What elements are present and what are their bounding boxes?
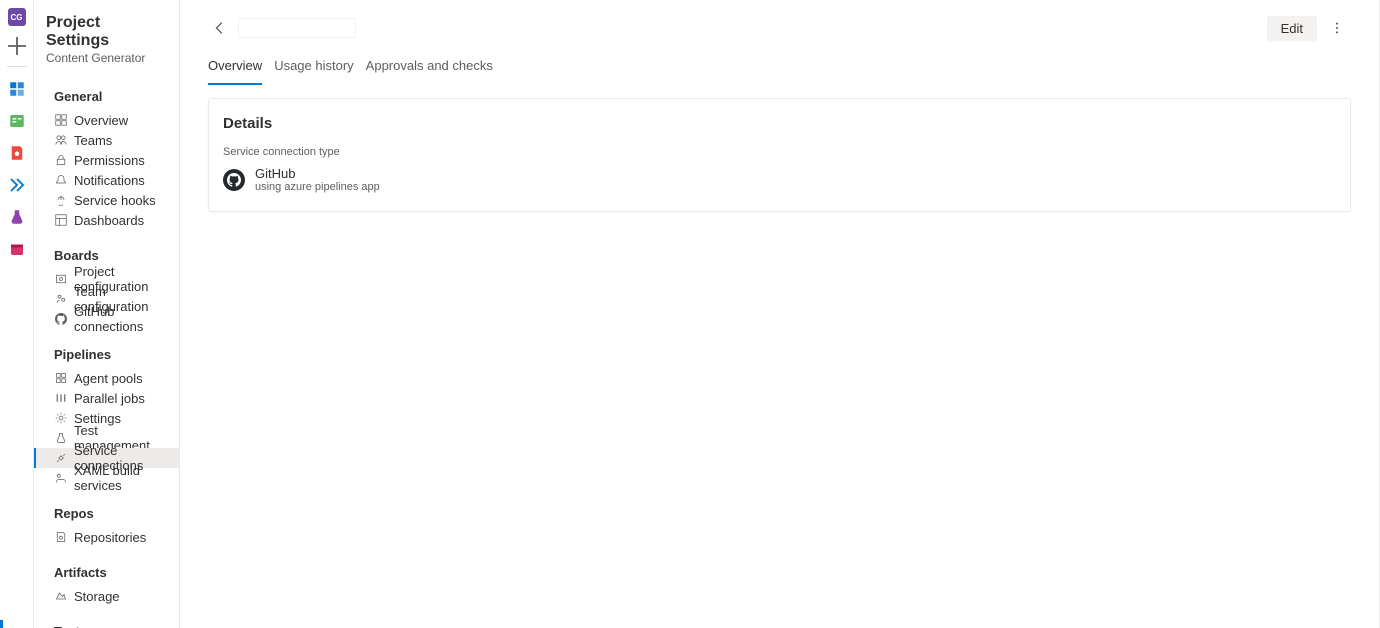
section-general: General [34,71,179,110]
nav-item-label: Agent pools [74,371,143,386]
nav-overview[interactable]: Overview [34,110,179,130]
main-content: Edit Overview Usage history Approvals an… [180,0,1380,628]
settings-sidebar: Project Settings Content Generator Gener… [34,0,180,628]
repo-icon [54,530,68,544]
page-title: Project Settings [46,14,167,50]
more-options-button[interactable] [1323,14,1351,42]
nav-agentpools[interactable]: Agent pools [34,368,179,388]
section-pipelines: Pipelines [34,329,179,368]
connection-type-label: Service connection type [223,146,1336,158]
rail-boards-icon[interactable] [5,109,29,133]
bottom-left-indicator [0,620,3,628]
details-card: Details Service connection type GitHub u… [208,98,1351,212]
connection-subtitle: using azure pipelines app [255,181,380,193]
rail-divider [7,66,27,67]
nav-permissions[interactable]: Permissions [34,150,179,170]
project-name: Content Generator [46,51,167,65]
nav-item-label: Teams [74,133,112,148]
storage-icon [54,589,68,603]
tab-usage-history[interactable]: Usage history [274,52,353,85]
sidebar-header: Project Settings Content Generator [34,0,179,71]
team-config-icon [54,292,68,306]
nav-servicehooks[interactable]: Service hooks [34,190,179,210]
connection-row: GitHub using azure pipelines app [223,166,1336,193]
pool-icon [54,371,68,385]
nav-item-label: Notifications [74,173,145,188]
gear-icon [54,411,68,425]
test-icon [54,431,68,445]
nav-item-label: Parallel jobs [74,391,145,406]
nav-repositories[interactable]: Repositories [34,527,179,547]
grid-icon [54,113,68,127]
nav-item-label: Storage [74,589,120,604]
bell-icon [54,173,68,187]
lock-icon [54,153,68,167]
edit-button[interactable]: Edit [1267,16,1317,41]
dashboard-icon [54,213,68,227]
nav-xaml[interactable]: XAML build services [34,468,179,488]
rail-testplans-icon[interactable] [5,205,29,229]
toolbar: Edit [208,14,1351,42]
nav-item-label: Repositories [74,530,146,545]
left-nav-rail: CG [0,0,34,628]
project-badge[interactable]: CG [8,8,26,26]
arrow-left-icon [213,21,227,35]
config-icon [54,272,68,286]
github-icon [54,312,68,326]
rail-repos-icon[interactable] [5,141,29,165]
nav-item-label: Service hooks [74,193,156,208]
hook-icon [54,193,68,207]
plug-icon [54,451,68,465]
add-button[interactable] [5,34,29,58]
github-avatar [223,169,245,191]
nav-item-label: XAML build services [74,463,171,493]
rail-overview-icon[interactable] [5,77,29,101]
tabs: Overview Usage history Approvals and che… [208,52,1351,86]
tab-overview[interactable]: Overview [208,52,262,85]
rail-artifacts-icon[interactable] [5,237,29,261]
tab-approvals[interactable]: Approvals and checks [366,52,493,85]
plus-icon [5,34,29,58]
section-repos: Repos [34,488,179,527]
xaml-icon [54,471,68,485]
nav-dashboards[interactable]: Dashboards [34,210,179,230]
nav-notifications[interactable]: Notifications [34,170,179,190]
breadcrumb[interactable] [238,18,356,38]
github-icon [227,173,241,187]
nav-storage[interactable]: Storage [34,586,179,606]
team-icon [54,133,68,147]
section-artifacts: Artifacts [34,547,179,586]
section-test: Test [34,606,179,628]
nav-item-label: Overview [74,113,128,128]
nav-item-label: Dashboards [74,213,144,228]
connection-name: GitHub [255,166,380,181]
parallel-icon [54,391,68,405]
rail-pipelines-icon[interactable] [5,173,29,197]
nav-paralleljobs[interactable]: Parallel jobs [34,388,179,408]
nav-item-label: GitHub connections [74,304,171,334]
card-title: Details [223,115,1336,132]
nav-ghconnections[interactable]: GitHub connections [34,309,179,329]
nav-teams[interactable]: Teams [34,130,179,150]
more-vertical-icon [1330,21,1344,35]
nav-item-label: Permissions [74,153,145,168]
back-button[interactable] [208,16,232,40]
